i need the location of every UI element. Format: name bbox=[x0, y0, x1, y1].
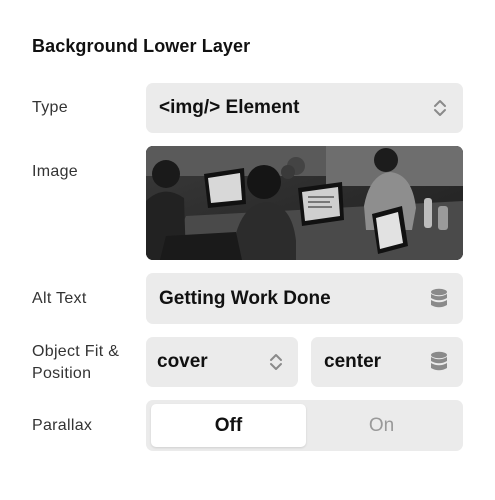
object-position-field[interactable]: center bbox=[311, 337, 463, 387]
object-fit-label-line2: Position bbox=[32, 365, 92, 382]
object-fit-label: Object Fit & Position bbox=[32, 341, 119, 385]
team-working-photo bbox=[146, 146, 463, 260]
type-label: Type bbox=[32, 99, 68, 116]
parallax-toggle: Off On bbox=[146, 400, 463, 451]
database-icon[interactable] bbox=[430, 288, 448, 310]
type-select-value: <img/> Element bbox=[159, 97, 300, 118]
alt-text-value: Getting Work Done bbox=[159, 287, 331, 309]
object-fit-value: cover bbox=[157, 351, 208, 372]
alt-text-field[interactable]: Getting Work Done bbox=[146, 273, 463, 324]
parallax-label: Parallax bbox=[32, 417, 93, 434]
section-title: Background Lower Layer bbox=[32, 36, 251, 56]
background-lower-layer-panel: Background Lower Layer Type <img/> Eleme… bbox=[0, 0, 495, 500]
database-icon[interactable] bbox=[430, 351, 448, 373]
chevron-up-down-icon bbox=[434, 100, 446, 116]
parallax-option-off[interactable]: Off bbox=[151, 404, 306, 447]
parallax-option-on[interactable]: On bbox=[304, 404, 459, 447]
object-position-value: center bbox=[324, 351, 382, 372]
image-preview[interactable] bbox=[146, 146, 463, 260]
object-fit-select[interactable]: cover bbox=[146, 337, 298, 387]
alt-text-label: Alt Text bbox=[32, 290, 87, 307]
object-fit-label-line1: Object Fit & bbox=[32, 343, 120, 360]
type-select[interactable]: <img/> Element bbox=[146, 83, 463, 133]
chevron-up-down-icon bbox=[270, 354, 282, 370]
image-label: Image bbox=[32, 163, 78, 180]
